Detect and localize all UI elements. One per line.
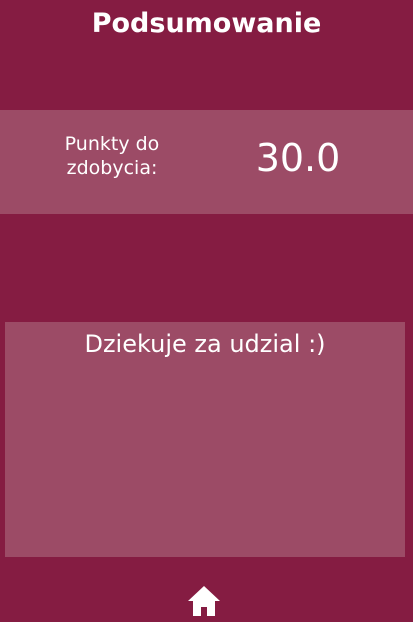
message-panel: Dziekuje za udzial :) [5, 322, 405, 557]
home-icon [188, 586, 220, 616]
score-panel: Punkty do zdobycia: 30.0 [0, 110, 413, 214]
home-button[interactable] [186, 584, 222, 618]
thank-you-message: Dziekuje za udzial :) [84, 330, 326, 358]
score-value: 30.0 [255, 136, 341, 180]
page-title: Podsumowanie [91, 8, 322, 39]
score-label: Punkty do zdobycia: [64, 133, 160, 179]
